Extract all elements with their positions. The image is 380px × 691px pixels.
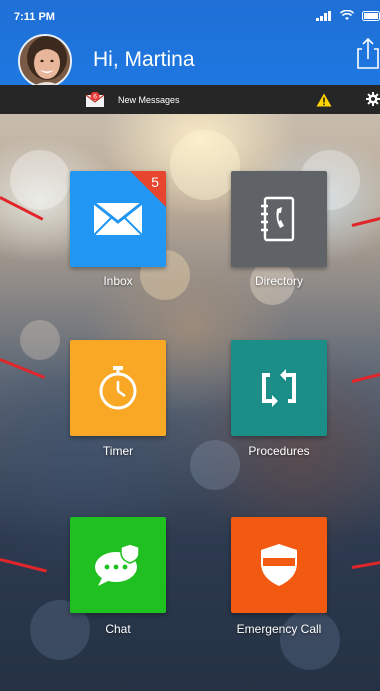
sync-icon — [262, 369, 296, 407]
mail-icon[interactable]: 6 — [84, 92, 106, 108]
inbox-label: Inbox — [103, 274, 133, 288]
new-messages-label[interactable]: New Messages — [118, 95, 180, 105]
stopwatch-icon — [99, 366, 137, 410]
gear-icon[interactable] — [366, 92, 380, 106]
security-badge-icon — [261, 544, 297, 586]
timer-tile[interactable] — [70, 340, 166, 436]
wifi-icon — [340, 10, 354, 20]
procedures-label: Procedures — [248, 444, 310, 458]
avatar[interactable] — [18, 34, 72, 88]
warning-icon[interactable] — [316, 93, 332, 107]
battery-icon — [362, 10, 380, 21]
inbox-tile[interactable]: 5 — [70, 171, 166, 267]
chat-tile[interactable] — [70, 517, 166, 613]
app-header: 7:11 PM Hi, Martina — [0, 0, 380, 88]
chat-bubble-icon — [95, 543, 140, 586]
timer-label: Timer — [102, 444, 134, 458]
directory-label: Directory — [254, 274, 303, 288]
signal-icon — [316, 10, 331, 21]
status-icons — [316, 10, 380, 21]
emergency-call-tile[interactable] — [231, 517, 327, 613]
unread-badge — [130, 171, 166, 207]
greeting-title: Hi, Martina — [93, 48, 195, 71]
emergency-call-label: Emergency Call — [236, 622, 322, 636]
share-icon[interactable] — [356, 37, 380, 69]
address-book-icon — [261, 196, 295, 242]
unread-count: 6 — [93, 93, 97, 100]
status-time: 7:11 PM — [14, 11, 55, 23]
directory-tile[interactable] — [231, 171, 327, 267]
inbox-badge-count: 5 — [151, 174, 159, 190]
procedures-tile[interactable] — [231, 340, 327, 436]
chat-label: Chat — [105, 622, 131, 636]
